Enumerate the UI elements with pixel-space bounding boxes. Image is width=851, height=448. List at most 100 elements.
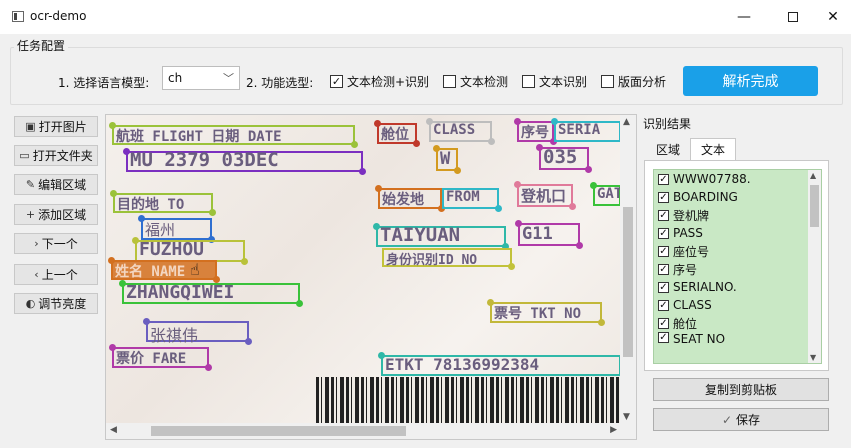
text-region[interactable]: 身份识别ID NO xyxy=(382,248,515,270)
checkbox-checked[interactable]: ✓ xyxy=(330,75,343,88)
text-region[interactable]: TAIYUAN xyxy=(373,223,509,250)
scroll-thumb[interactable] xyxy=(623,207,633,357)
region-handle[interactable] xyxy=(576,242,583,249)
open-image-button[interactable]: ▣ 打开图片 xyxy=(14,116,98,137)
list-item[interactable]: ✓ SEAT NO xyxy=(654,332,821,344)
region-handle[interactable] xyxy=(508,263,515,270)
previous-button[interactable]: ‹ 上一个 xyxy=(14,264,98,285)
region-handle[interactable] xyxy=(110,190,117,197)
region-handle[interactable] xyxy=(433,145,440,152)
chevron-left-icon[interactable]: ◀ xyxy=(110,425,117,435)
region-handle[interactable] xyxy=(108,257,115,264)
next-button[interactable]: › 下一个 xyxy=(14,233,98,254)
text-region[interactable]: G11 xyxy=(515,220,583,249)
region-handle[interactable] xyxy=(109,344,116,351)
maximize-button[interactable] xyxy=(778,4,808,30)
region-handle[interactable] xyxy=(413,140,420,147)
boarding-pass-image[interactable]: 航班 FLIGHT 日期 DATE 舱位 CLASS 序号 SERIA MU 2… xyxy=(106,115,621,424)
scroll-thumb[interactable] xyxy=(151,426,406,436)
region-handle[interactable] xyxy=(373,223,380,230)
text-region[interactable]: 035 xyxy=(536,144,592,173)
text-region[interactable]: 序号 xyxy=(514,118,557,145)
text-region[interactable]: CLASS xyxy=(426,118,495,145)
text-region[interactable]: MU 2379 03DEC xyxy=(123,148,366,175)
region-handle[interactable] xyxy=(585,166,592,173)
region-handle[interactable] xyxy=(123,148,130,155)
region-handle[interactable] xyxy=(378,352,385,359)
list-item[interactable]: ✓ SERIALNO. xyxy=(654,278,821,296)
checkbox-checked[interactable]: ✓ xyxy=(658,227,669,239)
checkbox-unchecked[interactable] xyxy=(601,75,614,88)
text-region[interactable]: GAT xyxy=(590,182,621,206)
save-button[interactable]: ✓ 保存 xyxy=(653,408,829,431)
option-layout-analysis[interactable]: 版面分析 xyxy=(601,73,666,90)
text-region[interactable]: 票价 FARE xyxy=(109,344,212,371)
region-handle[interactable] xyxy=(132,237,139,244)
text-region[interactable]: 登机口 xyxy=(514,181,576,210)
text-region[interactable]: 舱位 xyxy=(374,120,420,147)
region-handle[interactable] xyxy=(296,300,303,307)
text-region[interactable]: SERIA xyxy=(551,118,621,142)
option-detect[interactable]: 文本检测 xyxy=(443,73,508,90)
open-folder-button[interactable]: ▭ 打开文件夹 xyxy=(14,145,98,166)
checkbox-checked[interactable]: ✓ xyxy=(658,299,669,311)
checkbox-checked[interactable]: ✓ xyxy=(658,332,669,343)
text-region[interactable]: ZHANGQIWEI xyxy=(119,280,303,307)
scroll-thumb[interactable] xyxy=(810,185,819,227)
tab-regions[interactable]: 区域 xyxy=(646,138,690,160)
checkbox-checked[interactable]: ✓ xyxy=(658,245,669,257)
text-region[interactable]: 目的地 TO xyxy=(110,190,216,216)
list-item[interactable]: ✓ 座位号 xyxy=(654,242,821,260)
list-item[interactable]: ✓ 舱位 xyxy=(654,314,821,332)
list-item[interactable]: ✓ 登机牌 xyxy=(654,206,821,224)
text-region[interactable]: FUZHOU xyxy=(132,237,248,265)
language-model-select[interactable]: ch ﹀ xyxy=(162,66,240,90)
text-region[interactable]: FROM xyxy=(442,188,502,212)
region-handle[interactable] xyxy=(551,118,558,125)
checkbox-unchecked[interactable] xyxy=(522,75,535,88)
text-region[interactable]: W xyxy=(433,145,461,174)
list-item[interactable]: ✓ WWW07788. xyxy=(654,170,821,188)
brightness-button[interactable]: ◐ 调节亮度 xyxy=(14,293,98,314)
region-handle[interactable] xyxy=(514,181,521,188)
list-item[interactable]: ✓ CLASS xyxy=(654,296,821,314)
region-handle[interactable] xyxy=(454,167,461,174)
region-handle[interactable] xyxy=(515,220,522,227)
edit-region-button[interactable]: ✎ 编辑区域 xyxy=(14,174,98,195)
list-item[interactable]: ✓ BOARDING xyxy=(654,188,821,206)
region-handle[interactable] xyxy=(245,338,252,345)
region-handle[interactable] xyxy=(143,318,150,325)
text-region[interactable]: 票号 TKT NO xyxy=(487,299,605,326)
list-item[interactable]: ✓ PASS xyxy=(654,224,821,242)
tab-text[interactable]: 文本 xyxy=(690,138,736,160)
copy-to-clipboard-button[interactable]: 复制到剪贴板 xyxy=(653,378,829,401)
region-handle[interactable] xyxy=(569,203,576,210)
chevron-up-icon[interactable]: ▲ xyxy=(810,171,816,180)
checkbox-checked[interactable]: ✓ xyxy=(658,317,669,329)
close-button[interactable]: ✕ xyxy=(818,4,848,30)
result-list-scrollbar[interactable]: ▲ ▼ xyxy=(808,170,821,363)
region-handle[interactable] xyxy=(119,280,126,287)
minimize-button[interactable]: — xyxy=(729,4,759,30)
region-handle[interactable] xyxy=(375,185,382,192)
checkbox-unchecked[interactable] xyxy=(443,75,456,88)
region-handle[interactable] xyxy=(495,205,502,212)
image-viewport[interactable]: 航班 FLIGHT 日期 DATE 舱位 CLASS 序号 SERIA MU 2… xyxy=(105,114,637,440)
chevron-right-icon[interactable]: ▶ xyxy=(610,425,617,435)
result-list[interactable]: ✓ WWW07788. ✓ BOARDING ✓ 登机牌 ✓ PASS ✓ 座位号 ✓ 序号… xyxy=(653,169,822,364)
text-region[interactable]: ETKT 78136992384 xyxy=(378,352,621,376)
region-handle[interactable] xyxy=(536,144,543,151)
region-handle[interactable] xyxy=(205,364,212,371)
text-region-selected[interactable]: 姓名 NAME xyxy=(108,257,220,283)
image-horizontal-scrollbar[interactable]: ◀ ▶ xyxy=(106,423,621,439)
region-handle[interactable] xyxy=(374,120,381,127)
run-button[interactable]: 解析完成 xyxy=(683,66,818,96)
chevron-down-icon[interactable]: ▼ xyxy=(810,353,816,362)
chevron-up-icon[interactable]: ▲ xyxy=(623,117,630,127)
region-handle[interactable] xyxy=(598,319,605,326)
add-region-button[interactable]: + 添加区域 xyxy=(14,204,98,225)
region-handle[interactable] xyxy=(138,215,145,222)
region-handle[interactable] xyxy=(209,209,216,216)
image-vertical-scrollbar[interactable]: ▲ ▼ xyxy=(620,115,636,424)
region-handle[interactable] xyxy=(426,118,433,125)
